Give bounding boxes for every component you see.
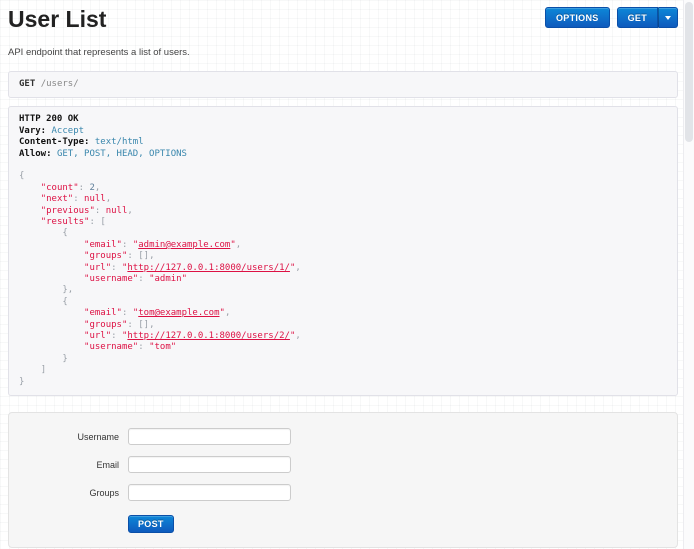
response-header-name: Vary:	[19, 126, 46, 136]
create-user-form: Username Email Groups POST	[8, 412, 678, 548]
request-line: GET /users/	[8, 71, 678, 98]
json-link[interactable]: admin@example.com	[138, 240, 230, 250]
toolbar: OPTIONS GET	[545, 7, 678, 28]
username-label: Username	[9, 432, 119, 442]
username-input[interactable]	[128, 428, 291, 445]
email-input[interactable]	[128, 456, 291, 473]
submit-row: POST	[128, 514, 677, 533]
groups-input[interactable]	[128, 484, 291, 501]
caret-down-icon	[665, 16, 671, 20]
main-content: User List OPTIONS GET API endpoint that …	[8, 0, 678, 548]
groups-label: Groups	[9, 488, 119, 498]
response-header-value: GET, POST, HEAD, OPTIONS	[57, 149, 187, 159]
options-button[interactable]: OPTIONS	[545, 7, 610, 28]
json-link[interactable]: http://127.0.0.1:8000/users/2/	[127, 331, 290, 341]
response-status-line: HTTP 200 OK	[19, 114, 79, 124]
json-link[interactable]: tom@example.com	[138, 308, 219, 318]
form-row: Email	[9, 456, 677, 473]
response-header-name: Content-Type:	[19, 137, 89, 147]
endpoint-description: API endpoint that represents a list of u…	[8, 47, 678, 58]
response-pre: HTTP 200 OK Vary: Accept Content-Type: t…	[8, 106, 678, 396]
get-dropdown-button[interactable]	[658, 7, 678, 28]
request-path: /users/	[41, 79, 79, 89]
scrollbar[interactable]	[683, 0, 694, 549]
page-header: User List OPTIONS GET	[8, 0, 678, 32]
get-button[interactable]: GET	[617, 7, 658, 28]
request-method: GET	[19, 79, 35, 89]
email-label: Email	[9, 460, 119, 470]
post-button[interactable]: POST	[128, 515, 174, 533]
scrollbar-thumb[interactable]	[685, 2, 693, 142]
response-header-value: Accept	[52, 126, 85, 136]
response-header-value: text/html	[95, 137, 144, 147]
response-header-name: Allow:	[19, 149, 52, 159]
form-rows: Username Email Groups	[9, 428, 677, 501]
form-row: Username	[9, 428, 677, 445]
page-title: User List	[8, 7, 106, 32]
form-row: Groups	[9, 484, 677, 501]
get-split-button: GET	[617, 7, 678, 28]
json-link[interactable]: http://127.0.0.1:8000/users/1/	[127, 263, 290, 273]
